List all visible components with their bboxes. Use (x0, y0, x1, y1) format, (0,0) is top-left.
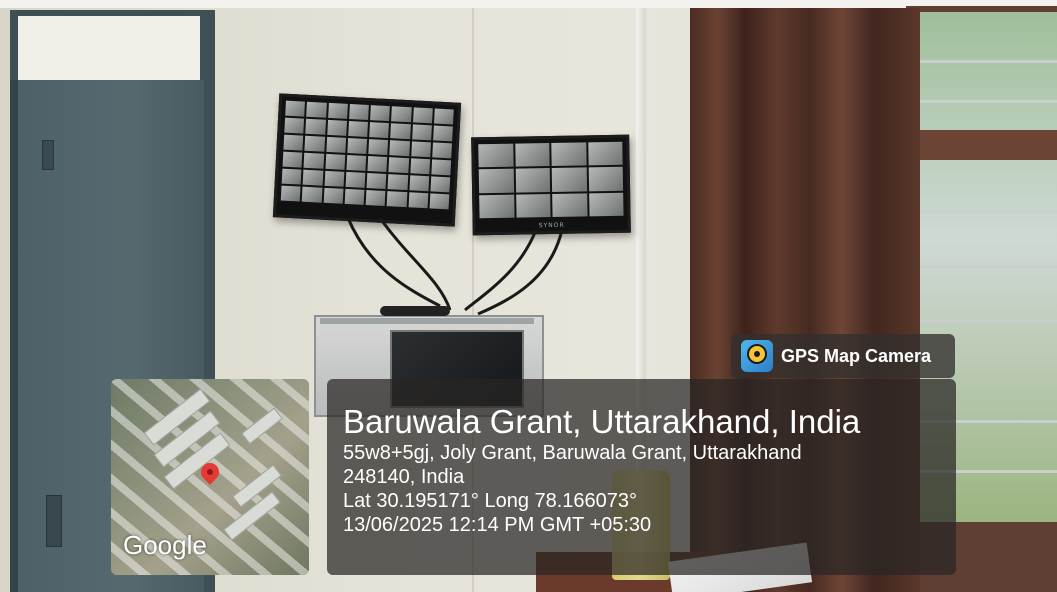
camera-feed-tile (370, 105, 391, 122)
window-mullion (912, 130, 1057, 160)
camera-feed-tile (587, 141, 623, 166)
gps-camera-app-icon (741, 340, 773, 372)
camera-feed-tile (432, 125, 453, 142)
camera-feed-tile (430, 176, 451, 193)
address-line-2: 248140, India (343, 466, 465, 488)
camera-feed-tile (387, 174, 408, 191)
window-bar (920, 210, 1057, 213)
camera-feed-tile (433, 108, 454, 125)
camera-feed-tile (347, 137, 368, 154)
camera-feed-tile (302, 169, 323, 186)
datetime: 13/06/2025 12:14 PM GMT +05:30 (343, 514, 652, 536)
camera-feed-tile (304, 135, 325, 152)
address-line-1: 55w8+5gj, Joly Grant, Baruwala Grant, Ut… (343, 442, 802, 464)
camera-feed-tile (386, 191, 407, 208)
camera-feed-tile (285, 100, 306, 117)
camera-feed-tile (345, 171, 366, 188)
camera-feed-tile (344, 188, 365, 205)
camera-feed-tile (301, 186, 322, 203)
camera-feed-tile (281, 168, 302, 185)
location-info-panel: Baruwala Grant, Uttarakhand, India 55w8+… (327, 379, 956, 575)
window-bar (920, 100, 1057, 103)
window-bar (920, 60, 1057, 63)
camera-feed-tile (551, 167, 587, 192)
door-edge (10, 80, 18, 592)
map-thumbnail: Google (111, 379, 309, 575)
coordinates: Lat 30.195171° Long 78.166073° (343, 490, 638, 512)
camera-feed-tile (347, 120, 368, 137)
camera-feed-tile (390, 123, 411, 140)
camera-feed-tile (365, 190, 386, 206)
camera-feed-tile (388, 157, 409, 174)
window-bar (920, 265, 1057, 268)
camera-feed-tile (409, 158, 430, 175)
camera-feed-tile (429, 193, 450, 210)
camera-feed-tile (284, 117, 305, 134)
camera-grid-right (478, 141, 624, 219)
camera-feed-tile (551, 142, 587, 167)
camera-feed-tile (369, 122, 390, 139)
photo-scene: SYNOR GPS Map Camera Google Baruwala Gra… (0, 0, 1057, 592)
camera-feed-tile (282, 151, 303, 168)
cctv-monitor-left (272, 93, 462, 227)
camera-feed-tile (324, 170, 345, 187)
camera-feed-tile (410, 141, 431, 158)
camera-feed-tile (323, 187, 344, 204)
camera-feed-tile (283, 134, 304, 151)
door-latch-top (42, 140, 54, 170)
google-logo: Google (123, 530, 207, 560)
ceiling-strip (0, 0, 1057, 8)
window-bar (920, 320, 1057, 323)
camera-feed-tile (324, 153, 345, 170)
camera-feed-tile (514, 143, 550, 167)
camera-feed-tile (588, 167, 624, 192)
rack-shelf (320, 318, 534, 324)
app-name: GPS Map Camera (781, 345, 932, 366)
camera-feed-tile (515, 168, 551, 193)
camera-feed-tile (305, 118, 326, 135)
camera-feed-tile (303, 152, 324, 169)
camera-feed-tile (389, 140, 410, 157)
camera-feed-tile (431, 159, 452, 176)
camera-feed-tile (325, 136, 346, 153)
camera-feed-tile (431, 142, 452, 159)
monitor-cables (346, 217, 564, 316)
camera-feed-tile (280, 185, 301, 202)
gps-app-badge: GPS Map Camera (731, 334, 955, 378)
camera-feed-tile (478, 168, 514, 193)
camera-feed-tile (367, 156, 388, 173)
door-latch-bottom (46, 495, 62, 547)
camera-feed-tile (411, 124, 432, 141)
rack-top-device (380, 306, 450, 316)
camera-feed-tile (327, 102, 348, 119)
camera-feed-tile (326, 119, 347, 136)
camera-feed-tile (412, 107, 433, 124)
camera-feed-tile (346, 154, 367, 171)
camera-feed-tile (366, 173, 387, 190)
place-title: Baruwala Grant, Uttarakhand, India (343, 403, 861, 440)
camera-grid-left (280, 100, 454, 210)
camera-feed-tile (478, 143, 514, 168)
camera-feed-tile (408, 175, 429, 192)
camera-feed-tile (408, 192, 429, 209)
camera-feed-tile (368, 139, 389, 156)
camera-feed-tile (348, 104, 369, 121)
camera-feed-tile (391, 106, 412, 123)
camera-feed-tile (306, 101, 327, 118)
